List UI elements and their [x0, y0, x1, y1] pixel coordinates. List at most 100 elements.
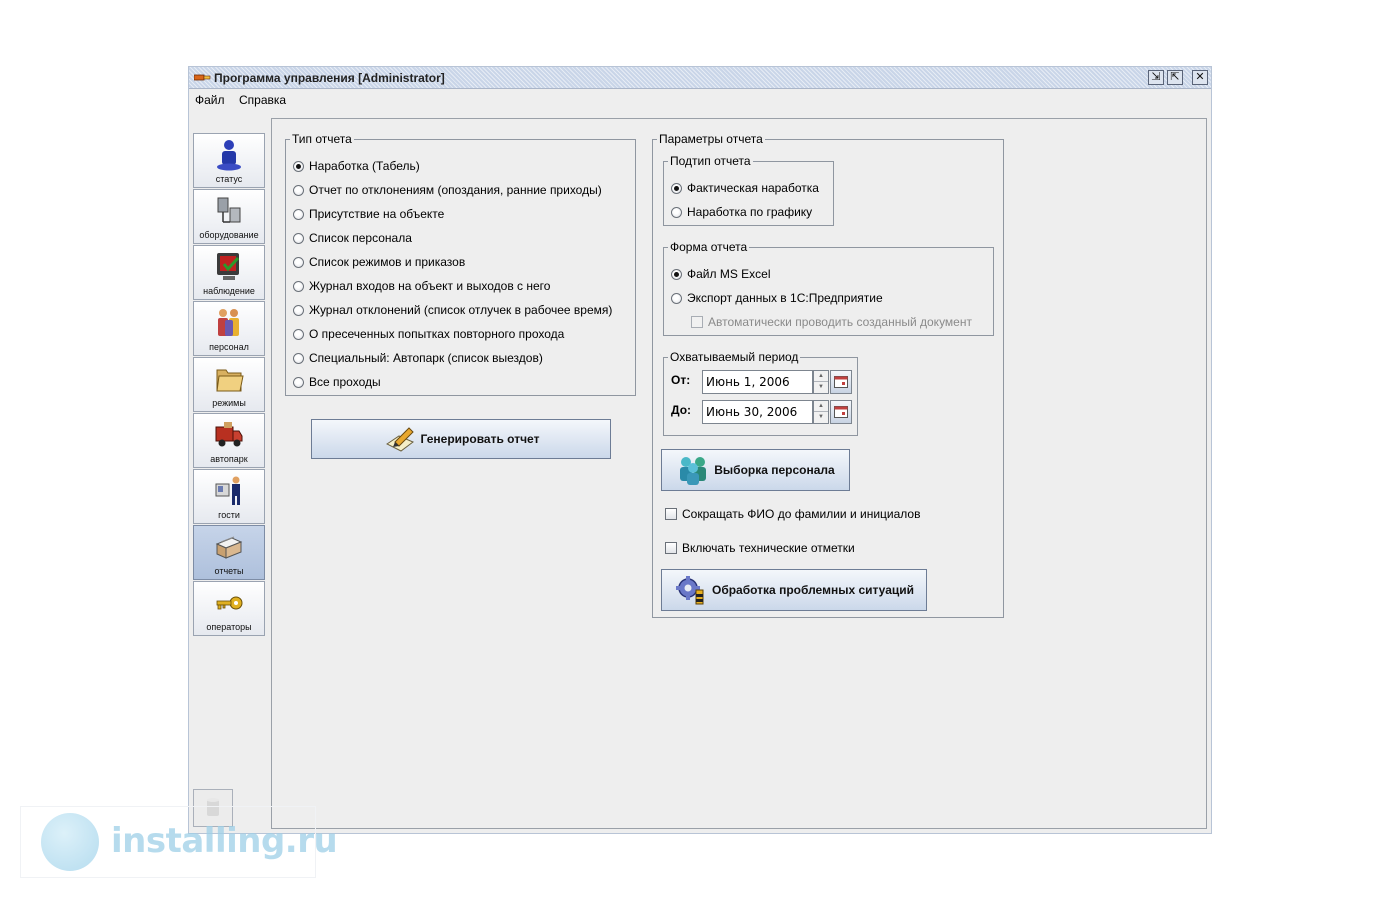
sidebar-item-label: отчеты: [214, 566, 244, 576]
personnel-icon: [218, 309, 239, 336]
sidebar-item-label: статус: [215, 174, 243, 184]
menu-bar: Файл Справка: [189, 90, 1211, 110]
report-type-option[interactable]: Специальный: Автопарк (список выездов): [293, 350, 543, 366]
reports-panel: Тип отчета Наработка (Табель) Отчет по о…: [271, 118, 1207, 829]
sidebar-item-operators[interactable]: операторы: [193, 581, 265, 636]
radio-button[interactable]: [671, 182, 682, 194]
report-type-option[interactable]: Отчет по отклонениям (опоздания, ранние …: [293, 182, 602, 198]
reports-icon: [215, 536, 243, 559]
radio-button[interactable]: [293, 280, 304, 292]
checkbox[interactable]: [691, 316, 703, 328]
report-type-option[interactable]: Список персонала: [293, 230, 412, 246]
watermark: installing.ru: [20, 806, 338, 878]
radio-button[interactable]: [293, 208, 304, 220]
window-title: Программа управления [Administrator]: [214, 71, 445, 85]
select-personnel-label: Выборка персонала: [714, 463, 835, 477]
shorten-names-checkbox[interactable]: Сокращать ФИО до фамилии и инициалов: [665, 506, 920, 522]
radio-button[interactable]: [293, 160, 304, 172]
radio-button[interactable]: [671, 206, 682, 218]
radio-button[interactable]: [293, 256, 304, 268]
from-date-calendar-button[interactable]: [830, 370, 852, 394]
report-form-title: Форма отчета: [668, 240, 750, 254]
report-type-group: Тип отчета Наработка (Табель) Отчет по о…: [285, 132, 636, 396]
report-subtype-group: Подтип отчета Фактическая наработка Нара…: [663, 154, 834, 226]
checkbox[interactable]: [665, 542, 677, 554]
radio-button[interactable]: [293, 352, 304, 364]
person-status-icon: [217, 140, 241, 171]
to-date-spinner[interactable]: ▲ ▼: [813, 400, 829, 424]
restore-button[interactable]: ⇲: [1148, 70, 1164, 85]
sidebar-item-label: операторы: [206, 622, 252, 632]
key-icon: [216, 596, 243, 610]
equipment-icon: [217, 197, 241, 223]
sidebar-item-label: автопарк: [210, 454, 248, 464]
watermark-text: installing.ru: [111, 821, 338, 861]
include-tech-marks-checkbox[interactable]: Включать технические отметки: [665, 540, 855, 556]
sidebar-item-modes[interactable]: режимы: [193, 357, 265, 412]
close-button[interactable]: ✕: [1192, 70, 1208, 85]
maximize-button[interactable]: ⇱: [1167, 70, 1183, 85]
sidebar-item-label: гости: [218, 510, 240, 520]
period-title: Охватываемый период: [668, 350, 801, 364]
to-label: До:: [671, 403, 692, 417]
to-date-calendar-button[interactable]: [830, 400, 852, 424]
subtype-option-schedule[interactable]: Наработка по графику: [671, 204, 812, 220]
radio-button[interactable]: [293, 184, 304, 196]
from-date-input[interactable]: Июнь 1, 2006: [702, 370, 813, 394]
menu-file[interactable]: Файл: [195, 93, 225, 107]
radio-button[interactable]: [671, 268, 682, 280]
calendar-icon: [834, 406, 848, 418]
sidebar-item-reports[interactable]: отчеты: [193, 525, 265, 580]
radio-button[interactable]: [293, 304, 304, 316]
radio-button[interactable]: [671, 292, 682, 304]
sidebar-item-guests[interactable]: гости: [193, 469, 265, 524]
radio-button[interactable]: [293, 376, 304, 388]
sidebar-item-status[interactable]: статус: [193, 133, 265, 188]
sidebar-item-label: персонал: [209, 342, 249, 352]
people-group-icon: [680, 457, 707, 485]
sidebar-item-fleet[interactable]: автопарк: [193, 413, 265, 468]
problem-situations-label: Обработка проблемных ситуаций: [711, 583, 914, 597]
report-form-group: Форма отчета Файл MS Excel Экспорт данны…: [663, 240, 994, 336]
report-type-option[interactable]: О пресеченных попытках повторного проход…: [293, 326, 564, 342]
report-type-option[interactable]: Присутствие на объекте: [293, 206, 444, 222]
truck-icon: [215, 422, 243, 447]
monitor-icon: [217, 253, 240, 280]
watermark-logo-icon: [41, 813, 99, 871]
report-type-option[interactable]: Список режимов и приказов: [293, 254, 465, 270]
sidebar-item-equipment[interactable]: оборудование: [193, 189, 265, 244]
report-subtype-title: Подтип отчета: [668, 154, 753, 168]
sidebar-item-monitoring[interactable]: наблюдение: [193, 245, 265, 300]
radio-button[interactable]: [293, 232, 304, 244]
form-option-excel[interactable]: Файл MS Excel: [671, 266, 771, 282]
from-label: От:: [671, 373, 691, 387]
period-group: Охватываемый период От: Июнь 1, 2006 ▲ ▼ …: [663, 350, 858, 436]
to-date-input[interactable]: Июнь 30, 2006: [702, 400, 813, 424]
radio-button[interactable]: [293, 328, 304, 340]
auto-post-checkbox[interactable]: Автоматически проводить созданный докуме…: [691, 314, 972, 330]
generate-report-button[interactable]: Генерировать отчет: [311, 419, 611, 459]
report-params-group: Параметры отчета Подтип отчета Фактическ…: [652, 132, 1004, 618]
checkbox[interactable]: [665, 508, 677, 520]
select-personnel-button[interactable]: Выборка персонала: [661, 449, 850, 491]
sidebar-item-label: режимы: [212, 398, 246, 408]
title-bar[interactable]: Программа управления [Administrator] ⇲ ⇱…: [189, 67, 1211, 89]
sidebar-item-personnel[interactable]: персонал: [193, 301, 265, 356]
main-window: Программа управления [Administrator] ⇲ ⇱…: [188, 66, 1212, 834]
guest-icon: [215, 476, 240, 505]
from-date-spinner[interactable]: ▲ ▼: [813, 370, 829, 394]
report-type-option[interactable]: Наработка (Табель): [293, 158, 420, 174]
report-type-title: Тип отчета: [290, 132, 354, 146]
problem-situations-button[interactable]: Обработка проблемных ситуаций: [661, 569, 927, 611]
subtype-option-actual[interactable]: Фактическая наработка: [671, 180, 819, 196]
sidebar-item-label: оборудование: [199, 230, 259, 240]
sidebar-item-label: наблюдение: [203, 286, 255, 296]
pencil-document-icon: [385, 427, 414, 452]
report-type-option[interactable]: Журнал входов на объект и выходов с него: [293, 278, 550, 294]
form-option-1c-export[interactable]: Экспорт данных в 1С:Предприятие: [671, 290, 883, 306]
menu-help[interactable]: Справка: [239, 93, 286, 107]
gear-warning-icon: [675, 576, 704, 605]
report-type-option[interactable]: Журнал отклонений (список отлучек в рабо…: [293, 302, 612, 318]
report-type-option[interactable]: Все проходы: [293, 374, 381, 390]
generate-report-label: Генерировать отчет: [420, 432, 540, 446]
